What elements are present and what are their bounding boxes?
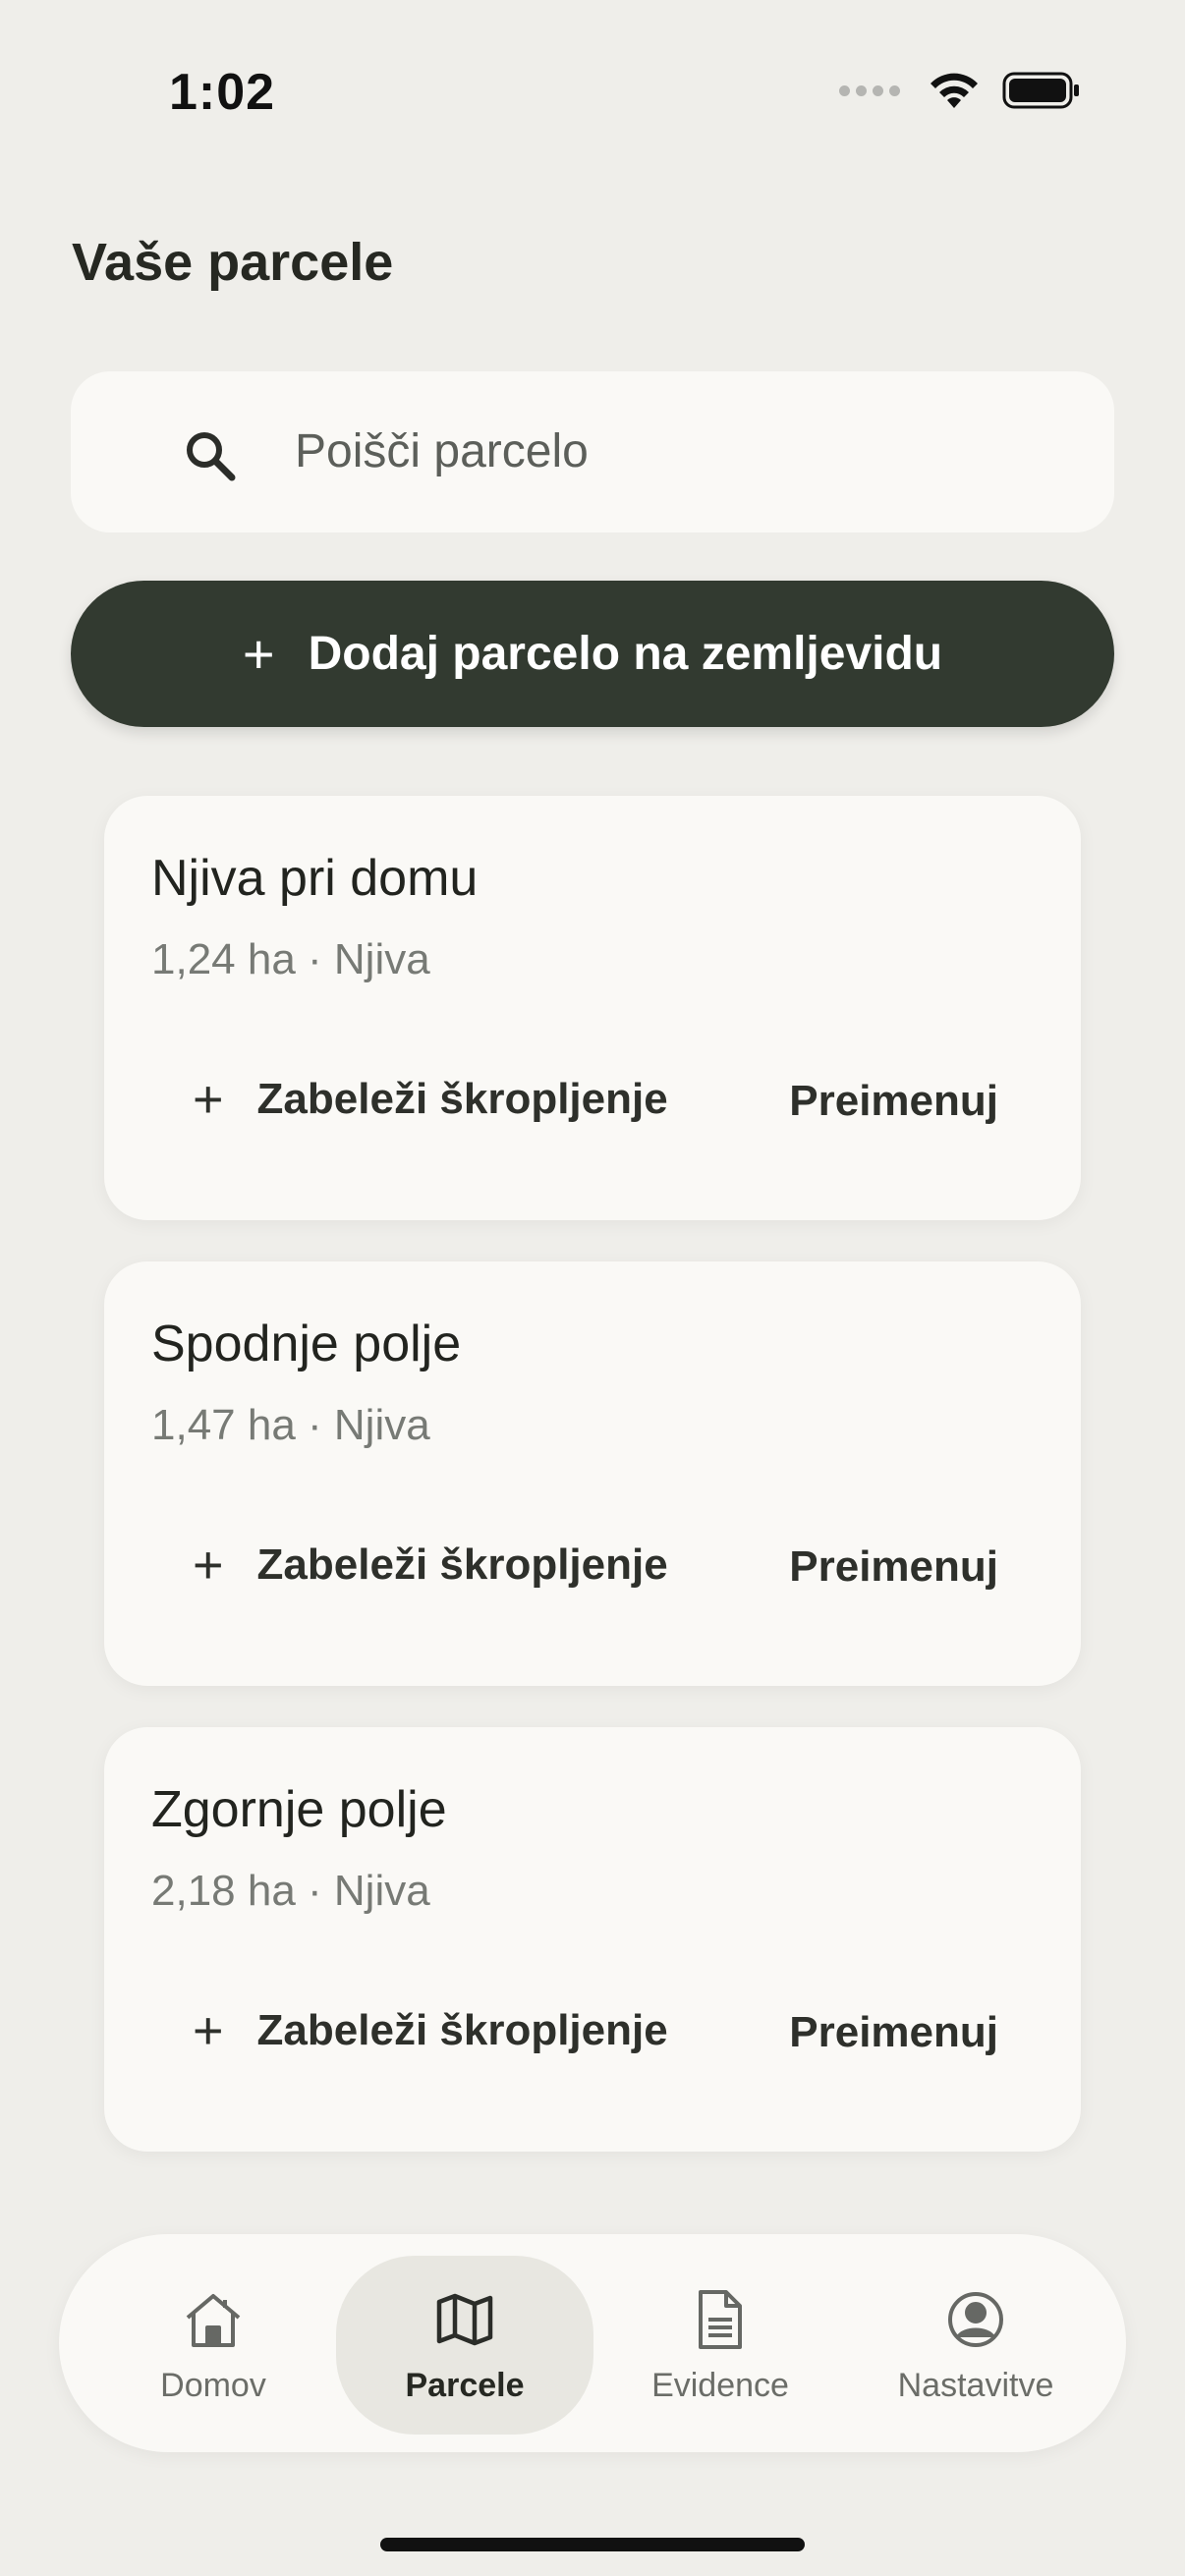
status-icons <box>839 71 1081 110</box>
parcel-meta: 2,18 ha · Njiva <box>151 1867 430 1915</box>
cellular-icon <box>839 84 900 96</box>
search-placeholder: Poišči parcelo <box>295 425 589 477</box>
plus-icon: + <box>193 2001 224 2060</box>
rename-button[interactable]: Preimenuj <box>789 2008 998 2057</box>
screen: 1:02 Vaše parcele Poišči parcelo + Dodaj… <box>0 0 1185 2576</box>
rename-button[interactable]: Preimenuj <box>789 1077 998 1126</box>
plus-icon: + <box>242 622 275 685</box>
search-field[interactable]: Poišči parcelo <box>71 371 1114 532</box>
bottom-nav: Domov Parcele Evidence Nastavitve <box>59 2234 1126 2452</box>
map-icon <box>436 2293 493 2345</box>
log-spraying-button[interactable]: + Zabeleži škropljenje <box>193 2004 668 2057</box>
nav-item-evidence[interactable]: Evidence <box>592 2256 849 2435</box>
add-parcel-label: Dodaj parcelo na zemljevidu <box>308 628 943 680</box>
nav-label: Nastavitve <box>897 2366 1054 2404</box>
parcel-card[interactable]: Njiva pri domu 1,24 ha · Njiva + Zabelež… <box>104 796 1081 1220</box>
wifi-icon <box>931 73 978 108</box>
plus-icon: + <box>193 1536 224 1595</box>
plus-icon: + <box>193 1070 224 1129</box>
parcel-name: Njiva pri domu <box>151 850 479 907</box>
add-parcel-button[interactable]: + Dodaj parcelo na zemljevidu <box>71 581 1114 727</box>
log-spraying-label: Zabeleži škropljenje <box>256 2006 668 2054</box>
log-spraying-label: Zabeleži škropljenje <box>256 1540 668 1589</box>
page-title: Vaše parcele <box>72 233 394 292</box>
parcel-name: Spodnje polje <box>151 1316 462 1372</box>
log-spraying-button[interactable]: + Zabeleži škropljenje <box>193 1539 668 1592</box>
parcel-name: Zgornje polje <box>151 1781 447 1838</box>
home-indicator[interactable] <box>380 2538 805 2551</box>
battery-icon <box>1002 72 1079 109</box>
nav-item-parcele[interactable]: Parcele <box>336 2256 593 2435</box>
home-icon <box>186 2293 241 2347</box>
parcel-card[interactable]: Spodnje polje 1,47 ha · Njiva + Zabeleži… <box>104 1261 1081 1686</box>
log-spraying-label: Zabeleži škropljenje <box>256 1075 668 1123</box>
nav-item-nastavitve[interactable]: Nastavitve <box>847 2256 1104 2435</box>
nav-label: Domov <box>160 2366 266 2404</box>
document-icon <box>699 2289 742 2349</box>
nav-label: Parcele <box>405 2366 525 2404</box>
nav-item-domov[interactable]: Domov <box>85 2256 342 2435</box>
parcel-meta: 1,47 ha · Njiva <box>151 1401 430 1449</box>
search-icon <box>187 432 236 481</box>
parcel-meta: 1,24 ha · Njiva <box>151 935 430 983</box>
rename-button[interactable]: Preimenuj <box>789 1542 998 1592</box>
log-spraying-button[interactable]: + Zabeleži škropljenje <box>193 1073 668 1126</box>
user-circle-icon <box>948 2291 1003 2347</box>
status-time: 1:02 <box>169 64 276 121</box>
parcel-card[interactable]: Zgornje polje 2,18 ha · Njiva + Zabeleži… <box>104 1727 1081 2152</box>
nav-label: Evidence <box>651 2366 789 2404</box>
